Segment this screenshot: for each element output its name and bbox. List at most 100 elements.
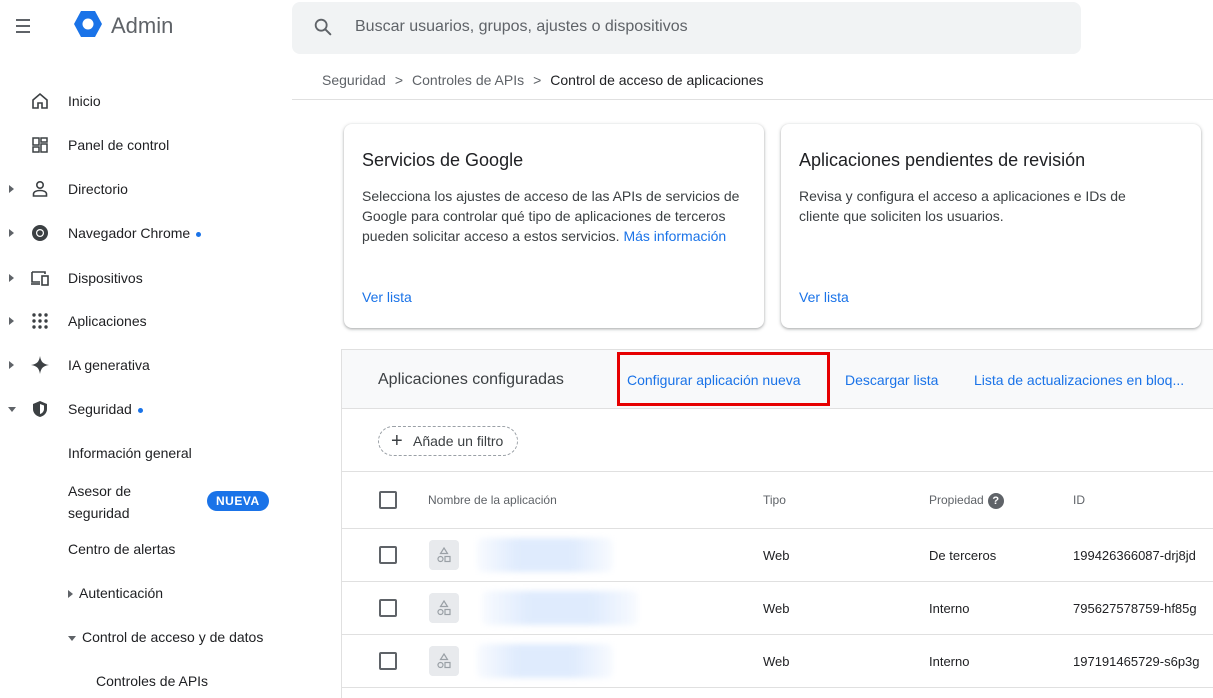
sidebar-item-label: Directorio [68,181,128,197]
add-filter-chip[interactable]: + Añade un filtro [378,426,519,456]
filter-row: + Añade un filtro [342,409,1213,472]
sidebar-item-api-controls[interactable]: Controles de APIs [96,673,208,689]
cell-id: 795627578759-hf85g [1073,601,1197,616]
sidebar-item-label: Panel de control [68,137,170,153]
blurred-app-name [482,591,638,625]
expand-arrow-icon[interactable] [9,229,14,237]
breadcrumb-item-security[interactable]: Seguridad [322,72,386,88]
cell-type: Web [763,654,790,669]
home-icon [32,92,48,109]
table-row[interactable]: Web De terceros 199426366087-drj8jd [342,529,1213,582]
sidebar-item-directory[interactable]: Directorio [0,172,290,206]
app-title: Admin [111,13,174,38]
column-header-type[interactable]: Tipo [763,493,786,507]
sidebar-item-devices[interactable]: Dispositivos [0,261,290,295]
sidebar-item-chrome[interactable]: Navegador Chrome [0,216,290,250]
sidebar-item-label: Navegador Chrome [68,225,202,241]
help-icon[interactable]: ? [987,493,1004,509]
column-header-name[interactable]: Nombre de la aplicación [428,493,557,507]
section-title: Aplicaciones configuradas [378,371,564,388]
breadcrumb-current: Control de acceso de aplicaciones [550,72,764,88]
table-header-row: Nombre de la aplicación Tipo Propiedad? … [342,472,1213,529]
status-dot [196,231,202,237]
table-toolbar: Aplicaciones configuradas Configurar apl… [342,350,1213,409]
sidebar-item-label: Dispositivos [68,270,143,286]
sidebar-item-label: Seguridad [68,401,143,417]
search-bar[interactable]: Buscar usuarios, grupos, ajustes o dispo… [292,2,1081,54]
sidebar-item-dashboard[interactable]: Panel de control [0,128,290,162]
expand-arrow-icon[interactable] [68,590,73,599]
sidebar-item-home[interactable]: Inicio [0,84,290,118]
shield-icon [33,401,47,417]
sidebar-item-advisor-line2[interactable]: seguridad [68,505,130,521]
configured-apps-table: Aplicaciones configuradas Configurar apl… [341,349,1213,698]
devices-icon [31,271,49,286]
chrome-icon [32,225,48,241]
new-badge: NUEVA [207,491,269,511]
table-row[interactable]: Web Interno 795627578759-hf85g [342,582,1213,635]
cell-type: Web [763,601,790,616]
column-header-ownership[interactable]: Propiedad? [929,493,1004,509]
blurred-app-name [477,538,613,572]
sidebar-item-security[interactable]: Seguridad [0,392,290,426]
expand-arrow-icon[interactable] [9,317,14,325]
breadcrumb-separator: > [394,72,404,88]
app-placeholder-icon [429,593,459,623]
sidebar-item-label: IA generativa [68,357,150,373]
breadcrumb: Seguridad > Controles de APIs > Control … [322,72,764,88]
sidebar-item-advisor-line1[interactable]: Asesor de [68,483,131,499]
sidebar-item-access-data-control[interactable]: Control de acceso y de datos [68,629,263,645]
row-checkbox[interactable] [379,599,397,617]
sidebar-item-generative-ai[interactable]: IA generativa [0,348,290,382]
bulk-updates-button[interactable]: Lista de actualizaciones en bloq... [974,372,1184,388]
app-placeholder-icon [429,540,459,570]
sidebar-item-apps[interactable]: Aplicaciones [0,304,290,338]
card-title: Aplicaciones pendientes de revisión [799,150,1086,170]
plus-icon: + [391,430,403,452]
status-dot [137,407,143,413]
sparkle-icon [31,356,49,374]
expand-arrow-icon[interactable] [9,274,14,282]
sidebar-item-label: Aplicaciones [68,313,147,329]
highlight-box [617,352,830,406]
dashboard-icon [32,137,48,153]
card-description: Revisa y configura el acceso a aplicacio… [799,188,1126,224]
card-title: Servicios de Google [362,150,524,170]
sidebar-item-authentication[interactable]: Autenticación [68,585,163,601]
person-icon [32,180,48,197]
cell-id: 199426366087-drj8jd [1073,548,1196,563]
cell-ownership: Interno [929,654,970,669]
breadcrumb-item-api-controls[interactable]: Controles de APIs [412,72,524,88]
google-services-card: Servicios de Google Selecciona los ajust… [344,124,764,328]
table-row[interactable]: Web Interno 197191465729-s6p3g [342,635,1213,688]
search-icon[interactable] [312,16,334,38]
cell-ownership: De terceros [929,548,997,563]
blurred-app-name [477,644,613,678]
column-header-id[interactable]: ID [1073,493,1085,507]
collapse-arrow-icon[interactable] [8,407,16,412]
cell-type: Web [763,548,790,563]
breadcrumb-separator: > [533,72,542,88]
breadcrumb-divider [292,99,1213,100]
select-all-checkbox[interactable] [379,491,397,509]
app-placeholder-icon [429,646,459,676]
main-menu-icon[interactable] [14,16,36,36]
pending-apps-card: Aplicaciones pendientes de revisión Revi… [781,124,1201,328]
more-info-link[interactable]: Más información [623,228,726,244]
row-checkbox[interactable] [379,652,397,670]
sidebar-item-alert-center[interactable]: Centro de alertas [68,541,175,557]
row-checkbox[interactable] [379,546,397,564]
cell-id: 197191465729-s6p3g [1073,654,1200,669]
admin-logo-icon [74,11,102,37]
view-list-link[interactable]: Ver lista [362,289,412,305]
sidebar-item-overview[interactable]: Información general [68,445,192,461]
download-list-button[interactable]: Descargar lista [845,372,938,388]
collapse-arrow-icon[interactable] [68,635,76,641]
view-list-link[interactable]: Ver lista [799,289,849,305]
expand-arrow-icon[interactable] [9,185,14,193]
sidebar-item-label: Inicio [68,93,101,109]
cell-ownership: Interno [929,601,970,616]
search-input[interactable]: Buscar usuarios, grupos, ajustes o dispo… [355,18,688,36]
apps-grid-icon [32,313,48,329]
expand-arrow-icon[interactable] [9,361,14,369]
